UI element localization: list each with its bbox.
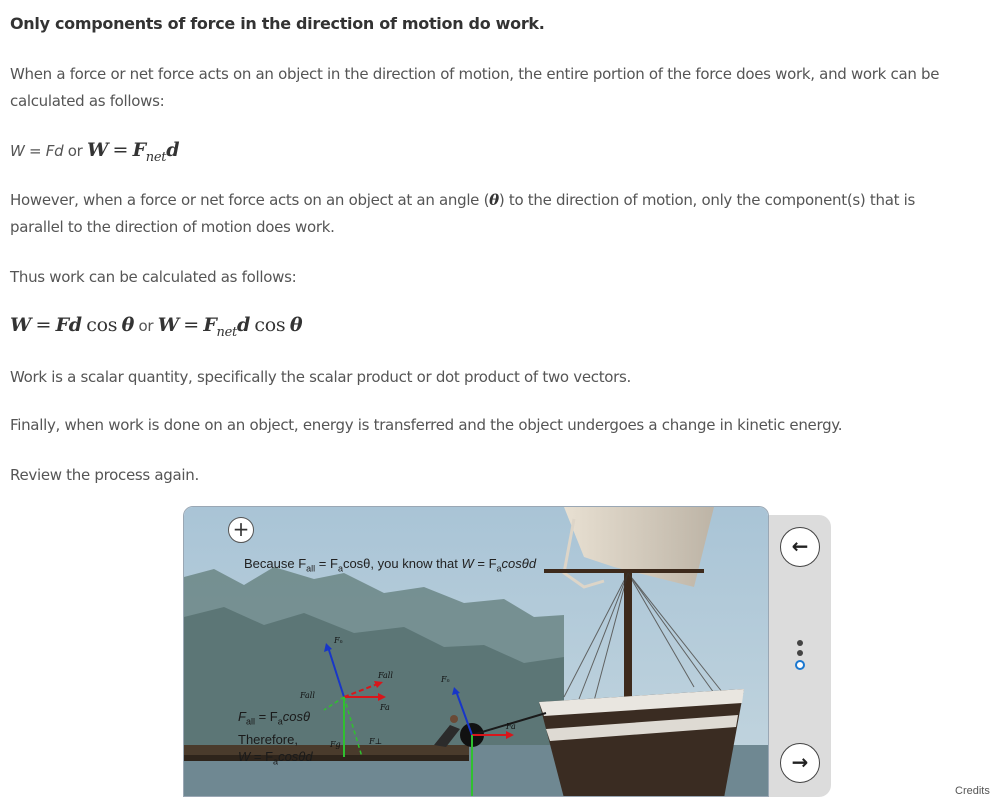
panel-note: Fall = Facosθ Therefore, W = Facosθd bbox=[238, 708, 313, 770]
note-line-3: W = Facosθd bbox=[238, 748, 313, 771]
caption-part-d: = F bbox=[473, 556, 497, 571]
note-cos: cosθ bbox=[282, 709, 311, 724]
caption-w: W bbox=[461, 556, 474, 571]
eq-equals: = bbox=[112, 139, 129, 161]
eq2-symbol-f: F bbox=[203, 314, 217, 336]
equation-or: or bbox=[67, 142, 83, 160]
credits-link[interactable]: Credits bbox=[955, 785, 990, 797]
eq2-or: or bbox=[138, 317, 154, 335]
paragraph-thus: Thus work can be calculated as follows: bbox=[10, 268, 297, 286]
eq-subscript-net: net bbox=[145, 150, 167, 165]
eq2-symbol-w: W bbox=[10, 314, 32, 336]
step-dot-current[interactable] bbox=[795, 660, 805, 670]
zoom-in-button[interactable]: + bbox=[228, 517, 254, 543]
label-fa-right: Fa bbox=[506, 722, 516, 731]
paragraph-review: Review the process again. bbox=[10, 466, 199, 484]
note-eq: = F bbox=[254, 709, 278, 724]
interactive-ship-panel: + Because Fall = Facosθ, you know that W… bbox=[183, 506, 769, 797]
equation-work: W = Fd or W = Fnetd bbox=[10, 137, 179, 166]
step-indicator bbox=[795, 640, 805, 674]
eq2-theta: θ bbox=[121, 314, 135, 336]
eq2-subscript-net: net bbox=[216, 325, 238, 340]
label-fn-right: Fₙ bbox=[441, 675, 450, 684]
step-dot-2[interactable] bbox=[797, 650, 803, 656]
eq2-cos: cos bbox=[86, 314, 118, 336]
theta-symbol: θ bbox=[489, 191, 499, 209]
eq2-equals: = bbox=[35, 314, 52, 336]
label-fn-left: Fₙ bbox=[334, 636, 343, 645]
eq2-fd: Fd bbox=[55, 314, 82, 336]
equation-work-angle: W = Fd cos θ or W = Fnetd cos θ bbox=[10, 312, 302, 341]
paragraph-direction-of-motion: When a force or net force acts on an obj… bbox=[10, 65, 940, 110]
back-button[interactable]: ← bbox=[780, 527, 820, 567]
paragraph-energy: Finally, when work is done on an object,… bbox=[10, 416, 843, 434]
note-sub-all: all bbox=[245, 716, 255, 727]
note-line-2: Therefore, bbox=[238, 731, 298, 747]
eq2-cos2: cos bbox=[254, 314, 286, 336]
caption-part-b: = F bbox=[315, 556, 338, 571]
caption-sub-all: all bbox=[306, 563, 316, 574]
caption-part-c: cosθ, you know that bbox=[342, 556, 462, 571]
note-w: W bbox=[238, 748, 251, 764]
eq-symbol-d: d bbox=[166, 139, 180, 161]
eq2-symbol-d: d bbox=[236, 314, 250, 336]
label-fg: Fg bbox=[330, 740, 341, 749]
step-dot-1[interactable] bbox=[797, 640, 803, 646]
eq-symbol-f: F bbox=[132, 139, 147, 161]
panel-caption: Because Fall = Facosθ, you know that W =… bbox=[244, 556, 536, 574]
caption-part-a: Because F bbox=[244, 556, 307, 571]
label-fperp: F⊥ bbox=[369, 737, 383, 746]
page-heading: Only components of force in the directio… bbox=[10, 14, 545, 33]
note-cosd: cosθd bbox=[278, 748, 313, 764]
note-line-1: Fall = Facosθ bbox=[238, 708, 313, 731]
note-eq2: = F bbox=[250, 748, 274, 764]
caption-part-e: cosθd bbox=[501, 556, 537, 571]
panel-navigation: ← → bbox=[769, 515, 831, 797]
paragraph-scalar: Work is a scalar quantity, specifically … bbox=[10, 368, 632, 386]
label-fall-left: Fall bbox=[300, 691, 315, 700]
label-fa-left: Fa bbox=[380, 703, 390, 712]
note-f: F bbox=[238, 709, 246, 724]
eq-symbol-w: W bbox=[86, 139, 109, 161]
eq2-symbol-w2: W bbox=[157, 314, 179, 336]
paragraph-angle-start: However, when a force or net force acts … bbox=[10, 191, 490, 209]
equation-work-simple: W = Fd bbox=[10, 142, 64, 160]
paragraph-angle: However, when a force or net force acts … bbox=[10, 187, 970, 241]
eq2-equals2: = bbox=[183, 314, 199, 336]
eq2-theta2: θ bbox=[289, 314, 303, 336]
label-fall-right: Fall bbox=[378, 671, 393, 680]
next-button[interactable]: → bbox=[780, 743, 820, 783]
